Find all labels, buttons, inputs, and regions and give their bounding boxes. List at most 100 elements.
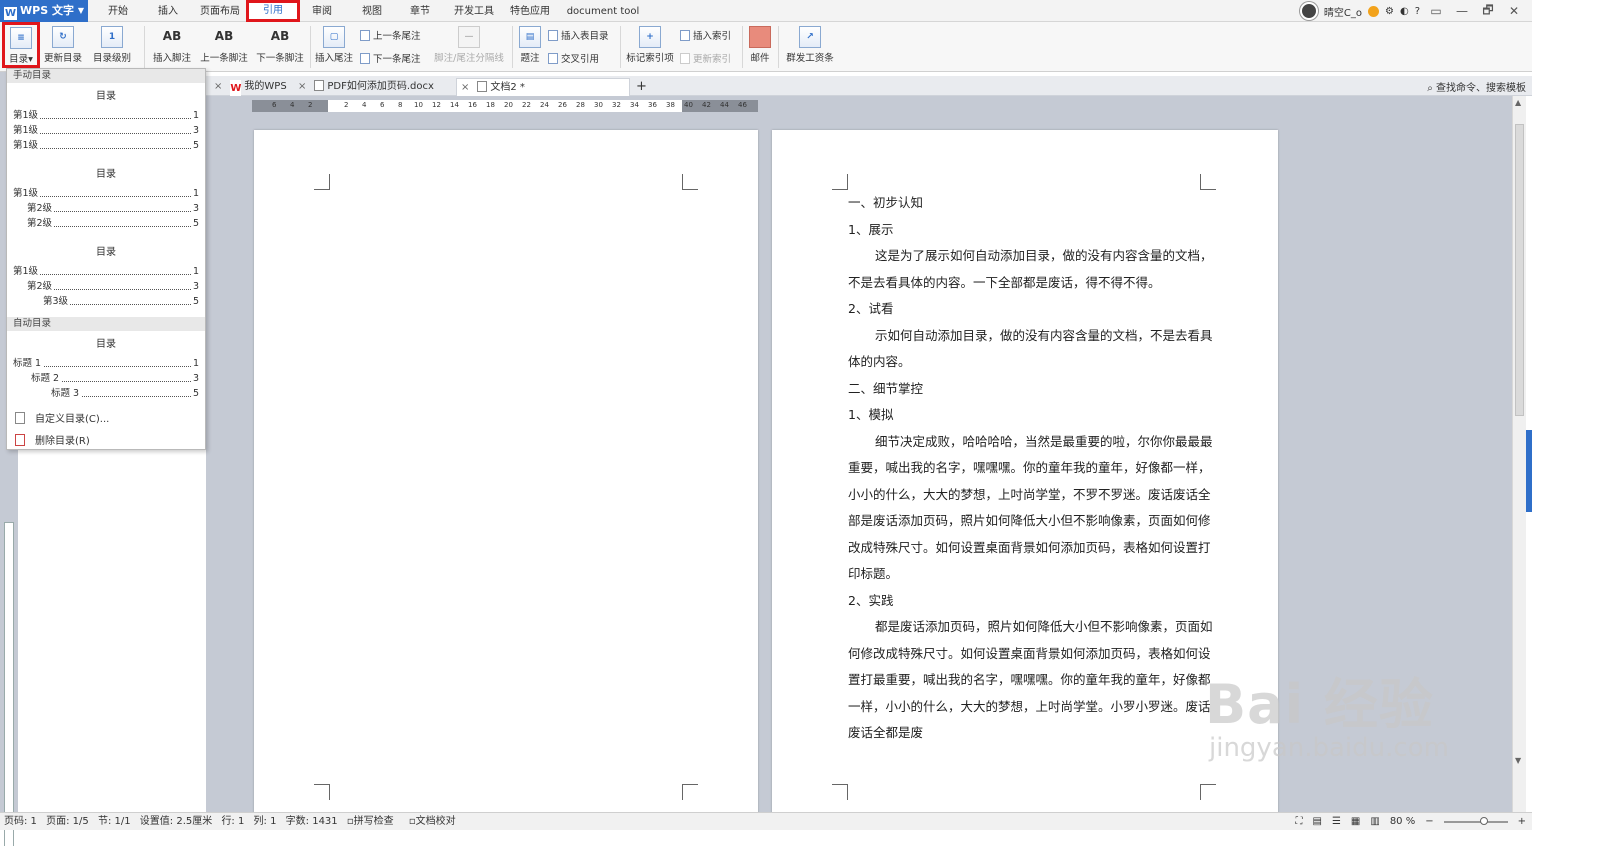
- toc-button[interactable]: ≡ 目录▾: [2, 22, 40, 68]
- payroll-button[interactable]: ↗ 群发工资条: [784, 24, 836, 64]
- insert-footnote-button[interactable]: AB 插入脚注: [150, 24, 194, 64]
- document-body[interactable]: 一、初步认知 1、展示 这是为了展示如何自动添加目录，做的没有内容含量的文档，不…: [848, 190, 1213, 747]
- tab-page-layout[interactable]: 页面布局: [198, 0, 242, 22]
- tab-document-tool[interactable]: document tool: [566, 0, 640, 22]
- cross-ref-label: 交叉引用: [561, 54, 600, 65]
- heading-2: 1、展示: [848, 221, 894, 237]
- search-command[interactable]: ⌕ 查找命令、搜索模板: [1427, 79, 1526, 94]
- close-icon[interactable]: ×: [298, 81, 306, 92]
- fit-window-icon[interactable]: ⛶: [1295, 813, 1302, 830]
- prev-endnote-button[interactable]: 上一条尾注: [360, 28, 421, 42]
- delete-icon: [15, 434, 25, 446]
- tab-view[interactable]: 视图: [358, 0, 386, 22]
- margin-corner: [1200, 174, 1216, 190]
- avatar[interactable]: [1299, 2, 1318, 20]
- heading-2: 1、模拟: [848, 407, 894, 422]
- spellcheck-label: 拼写检查: [353, 816, 394, 827]
- menu-bar: W WPS 文字 ▼ 开始 插入 页面布局 引用 审阅 视图 章节 开发工具 特色…: [0, 0, 1532, 22]
- update-toc-button[interactable]: ↻ 更新目录: [42, 24, 84, 64]
- page-blank[interactable]: [254, 130, 758, 820]
- maximize-button[interactable]: 🗗: [1478, 1, 1498, 22]
- ribbon-separator: [310, 26, 311, 68]
- restore-layout-button[interactable]: ▭: [1426, 4, 1446, 18]
- scroll-up-icon[interactable]: ▲: [1515, 98, 1521, 107]
- cross-ref-button[interactable]: 交叉引用: [548, 51, 599, 65]
- spellcheck-toggle[interactable]: ▫拼写检查: [347, 816, 400, 827]
- tab-references[interactable]: 引用: [246, 0, 300, 22]
- ruler-number: 2: [308, 101, 313, 109]
- vertical-ruler[interactable]: [4, 522, 14, 846]
- web-view-icon[interactable]: ▦: [1351, 813, 1360, 830]
- scroll-thumb[interactable]: [1515, 124, 1524, 416]
- next-footnote-icon: AB: [270, 29, 290, 43]
- tab-section[interactable]: 章节: [406, 0, 434, 22]
- skin-icon[interactable]: ◐: [1400, 6, 1409, 17]
- reading-view-icon[interactable]: ▥: [1370, 813, 1379, 830]
- auto-toc-option[interactable]: 目录 标题 11 标题 23 标题 35: [7, 331, 205, 409]
- toc-sample-line: 第1级 3: [13, 123, 199, 138]
- tab-review[interactable]: 审阅: [308, 0, 336, 22]
- minimize-button[interactable]: —: [1452, 4, 1472, 18]
- side-panel-tab[interactable]: [1526, 430, 1532, 512]
- new-tab-plus-icon[interactable]: +: [636, 78, 647, 96]
- mail-button[interactable]: 邮件: [746, 24, 774, 64]
- settings-icon[interactable]: ⚙: [1385, 6, 1394, 17]
- next-endnote-button[interactable]: 下一条尾注: [360, 51, 421, 65]
- zoom-level[interactable]: 80 %: [1390, 813, 1415, 830]
- zoom-slider[interactable]: [1443, 816, 1508, 825]
- status-word-count[interactable]: 字数: 1431: [286, 816, 338, 827]
- close-icon[interactable]: ×: [461, 82, 469, 93]
- toc-style-option-2[interactable]: 目录 第1级 1 第2级 3 第2级 5: [7, 161, 205, 239]
- tab-developer[interactable]: 开发工具: [452, 0, 496, 22]
- caption-button[interactable]: ▤ 题注: [516, 24, 544, 64]
- doc-tab-my-wps[interactable]: × W 我的WPS: [214, 78, 287, 98]
- horizontal-ruler[interactable]: 6 4 2 2 4 6 8 10 12 14 16 18 20 22 24 26…: [252, 100, 758, 112]
- zoom-in-icon[interactable]: +: [1518, 813, 1526, 830]
- footnote-separator-button[interactable]: — 脚注/尾注分隔线: [432, 24, 506, 64]
- scroll-down-icon[interactable]: ▼: [1515, 756, 1521, 765]
- insert-endnote-button[interactable]: ▢ 插入尾注: [314, 24, 354, 64]
- caption-icon: ▤: [519, 26, 541, 48]
- toc-button-label: 目录: [9, 54, 29, 65]
- proofread-toggle[interactable]: ▫文档校对: [409, 816, 462, 827]
- close-button[interactable]: ✕: [1504, 4, 1524, 18]
- mark-index-button[interactable]: + 标记索引项: [624, 24, 676, 64]
- doc-tab-pdf[interactable]: × PDF如何添加页码.docx: [298, 78, 434, 96]
- heading-1: 一、初步认知: [848, 195, 924, 210]
- user-name[interactable]: 晴空C_o: [1324, 4, 1362, 19]
- custom-toc-menu-item[interactable]: 自定义目录(C)...: [7, 409, 205, 431]
- update-index-button[interactable]: 更新索引: [680, 51, 731, 65]
- prev-footnote-button[interactable]: AB 上一条脚注: [198, 24, 250, 64]
- page-view-icon[interactable]: ▤: [1312, 813, 1321, 830]
- tab-special[interactable]: 特色应用: [508, 0, 552, 22]
- app-menu-button[interactable]: W WPS 文字 ▼: [0, 0, 88, 22]
- search-icon: ⌕: [1427, 83, 1433, 94]
- page-content[interactable]: 一、初步认知 1、展示 这是为了展示如何自动添加目录，做的没有内容含量的文档，不…: [772, 130, 1278, 820]
- tab-start[interactable]: 开始: [104, 0, 132, 22]
- vertical-scrollbar[interactable]: ▲ ▼: [1512, 96, 1526, 812]
- delete-toc-label: 删除目录(R): [35, 436, 90, 447]
- margin-corner: [832, 784, 848, 800]
- next-footnote-button[interactable]: AB 下一条脚注: [254, 24, 306, 64]
- help-icon[interactable]: ?: [1415, 6, 1420, 17]
- toc-style-option-1[interactable]: 目录 第1级 1 第1级 3 第1级 5: [7, 83, 205, 161]
- close-icon[interactable]: ×: [214, 81, 222, 92]
- outline-view-icon[interactable]: ☰: [1332, 813, 1341, 830]
- update-index-icon: [680, 53, 690, 64]
- insert-index-button[interactable]: 插入索引: [680, 28, 731, 42]
- doc-tab-label: 我的WPS: [244, 81, 287, 92]
- ruler-number: 2: [344, 101, 349, 109]
- ruler-number: 38: [666, 101, 675, 109]
- update-toc-label: 更新目录: [43, 53, 82, 64]
- toc-style-option-3[interactable]: 目录 第1级 1 第2级 3 第3级 5: [7, 239, 205, 317]
- zoom-knob[interactable]: [1479, 816, 1488, 825]
- ruler-number: 40: [684, 101, 693, 109]
- payroll-icon: ↗: [799, 26, 821, 48]
- insert-table-toc-button[interactable]: 插入表目录: [548, 28, 609, 42]
- status-setting: 设置值: 2.5厘米: [139, 816, 213, 827]
- delete-toc-menu-item[interactable]: 删除目录(R): [7, 431, 205, 453]
- doc-tab-active[interactable]: × 文档2 *: [456, 78, 630, 96]
- tab-insert[interactable]: 插入: [154, 0, 182, 22]
- toc-level-button[interactable]: 1 目录级别: [88, 24, 136, 64]
- zoom-out-icon[interactable]: −: [1425, 813, 1433, 830]
